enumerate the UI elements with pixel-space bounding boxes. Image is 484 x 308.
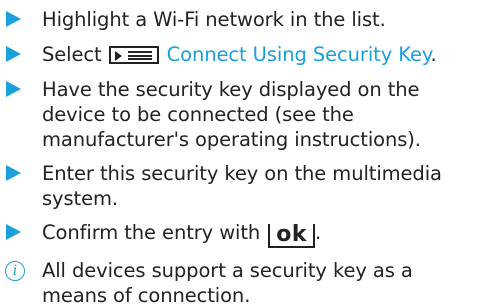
step-text: Enter this security key on the multimedi…: [42, 162, 442, 210]
step-text-end: .: [430, 43, 437, 66]
arrow-right-icon: [6, 165, 21, 181]
step-enter-security-key: Enter this security key on the multimedi…: [5, 161, 479, 211]
connect-using-security-key-link: Connect Using Security Key: [166, 43, 431, 66]
step-text-end: .: [315, 221, 322, 244]
arrow-right-icon: [6, 11, 21, 27]
note-text: All devices support a security key as a …: [42, 259, 413, 307]
arrow-right-icon: [6, 81, 21, 97]
ok-key-symbol: ok: [268, 224, 316, 248]
arrow-right-icon: [6, 46, 21, 62]
step-confirm-entry: Confirm the entry with ok.: [5, 220, 479, 248]
step-highlight-network: Highlight a Wi-Fi network in the list.: [5, 7, 479, 32]
step-text: Select: [42, 43, 108, 66]
step-text: Highlight a Wi-Fi network in the list.: [42, 8, 386, 31]
step-text: Confirm the entry with: [42, 221, 267, 244]
info-icon: i: [5, 261, 25, 281]
instruction-list: Highlight a Wi-Fi network in the list. S…: [5, 7, 479, 308]
step-select-connect-option: Select Connect Using Security Key.: [5, 42, 479, 67]
step-text: Have the security key displayed on the d…: [42, 78, 421, 151]
menu-list-icon: [108, 46, 159, 64]
step-display-security-key: Have the security key displayed on the d…: [5, 77, 479, 152]
arrow-right-icon: [6, 224, 21, 240]
info-note: i All devices support a security key as …: [5, 258, 479, 308]
